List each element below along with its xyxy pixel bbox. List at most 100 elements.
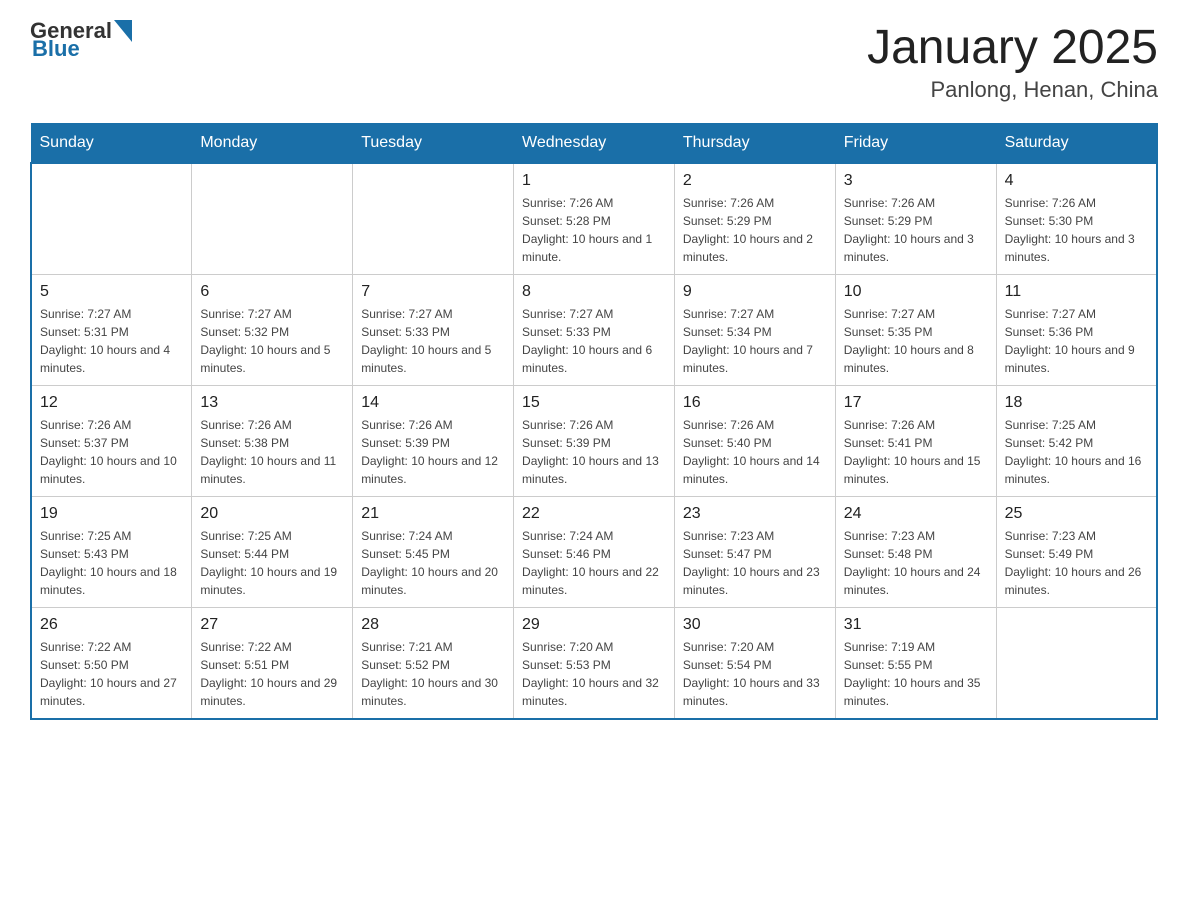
- title-section: January 2025 Panlong, Henan, China: [867, 20, 1158, 103]
- day-info: Sunrise: 7:25 AMSunset: 5:42 PMDaylight:…: [1005, 416, 1148, 488]
- day-number: 18: [1005, 394, 1148, 412]
- day-info: Sunrise: 7:24 AMSunset: 5:45 PMDaylight:…: [361, 527, 505, 599]
- day-number: 16: [683, 394, 827, 412]
- page-header: General Blue January 2025 Panlong, Henan…: [30, 20, 1158, 103]
- calendar-cell: 30 Sunrise: 7:20 AMSunset: 5:54 PMDayligh…: [674, 608, 835, 720]
- day-number: 2: [683, 172, 827, 190]
- header-friday: Friday: [835, 124, 996, 164]
- calendar-cell: [996, 608, 1157, 720]
- day-info: Sunrise: 7:20 AMSunset: 5:53 PMDaylight:…: [522, 638, 666, 710]
- calendar-cell: 28 Sunrise: 7:21 AMSunset: 5:52 PMDayligh…: [353, 608, 514, 720]
- calendar-cell: 17Sunrise: 7:26 AMSunset: 5:41 PMDayligh…: [835, 386, 996, 497]
- day-number: 4: [1005, 172, 1148, 190]
- logo-triangle-icon: [114, 20, 132, 42]
- header-tuesday: Tuesday: [353, 124, 514, 164]
- calendar-body: 1 Sunrise: 7:26 AMSunset: 5:28 PMDaylight…: [31, 163, 1157, 719]
- day-number: 5: [40, 283, 183, 301]
- calendar-cell: 16 Sunrise: 7:26 AMSunset: 5:40 PMDayligh…: [674, 386, 835, 497]
- day-number: 15: [522, 394, 666, 412]
- calendar-cell: 25Sunrise: 7:23 AMSunset: 5:49 PMDayligh…: [996, 497, 1157, 608]
- day-number: 22: [522, 505, 666, 523]
- calendar-cell: 1 Sunrise: 7:26 AMSunset: 5:28 PMDaylight…: [514, 163, 675, 275]
- day-info: Sunrise: 7:21 AMSunset: 5:52 PMDaylight:…: [361, 638, 505, 710]
- calendar-cell: 14 Sunrise: 7:26 AMSunset: 5:39 PMDayligh…: [353, 386, 514, 497]
- day-info: Sunrise: 7:27 AMSunset: 5:35 PMDaylight:…: [844, 305, 988, 377]
- calendar-table: SundayMondayTuesdayWednesdayThursdayFrid…: [30, 123, 1158, 720]
- day-number: 3: [844, 172, 988, 190]
- day-info: Sunrise: 7:26 AMSunset: 5:28 PMDaylight:…: [522, 194, 666, 266]
- day-number: 24: [844, 505, 988, 523]
- calendar-cell: 5 Sunrise: 7:27 AMSunset: 5:31 PMDaylight…: [31, 275, 192, 386]
- day-number: 30: [683, 616, 827, 634]
- day-info: Sunrise: 7:22 AMSunset: 5:50 PMDaylight:…: [40, 638, 183, 710]
- day-info: Sunrise: 7:23 AMSunset: 5:48 PMDaylight:…: [844, 527, 988, 599]
- day-info: Sunrise: 7:22 AMSunset: 5:51 PMDaylight:…: [200, 638, 344, 710]
- day-info: Sunrise: 7:27 AMSunset: 5:32 PMDaylight:…: [200, 305, 344, 377]
- calendar-cell: [31, 163, 192, 275]
- day-info: Sunrise: 7:26 AMSunset: 5:30 PMDaylight:…: [1005, 194, 1148, 266]
- calendar-cell: 12 Sunrise: 7:26 AMSunset: 5:37 PMDayligh…: [31, 386, 192, 497]
- day-number: 14: [361, 394, 505, 412]
- day-number: 13: [200, 394, 344, 412]
- day-info: Sunrise: 7:26 AMSunset: 5:41 PMDaylight:…: [844, 416, 988, 488]
- calendar-cell: 26 Sunrise: 7:22 AMSunset: 5:50 PMDayligh…: [31, 608, 192, 720]
- day-info: Sunrise: 7:27 AMSunset: 5:34 PMDaylight:…: [683, 305, 827, 377]
- calendar-cell: 31Sunrise: 7:19 AMSunset: 5:55 PMDayligh…: [835, 608, 996, 720]
- calendar-cell: 15Sunrise: 7:26 AMSunset: 5:39 PMDayligh…: [514, 386, 675, 497]
- day-info: Sunrise: 7:26 AMSunset: 5:40 PMDaylight:…: [683, 416, 827, 488]
- day-number: 7: [361, 283, 505, 301]
- week-row-5: 26 Sunrise: 7:22 AMSunset: 5:50 PMDayligh…: [31, 608, 1157, 720]
- week-row-3: 12 Sunrise: 7:26 AMSunset: 5:37 PMDayligh…: [31, 386, 1157, 497]
- day-info: Sunrise: 7:26 AMSunset: 5:39 PMDaylight:…: [361, 416, 505, 488]
- calendar-cell: 8Sunrise: 7:27 AMSunset: 5:33 PMDaylight…: [514, 275, 675, 386]
- day-info: Sunrise: 7:23 AMSunset: 5:47 PMDaylight:…: [683, 527, 827, 599]
- calendar-cell: 24 Sunrise: 7:23 AMSunset: 5:48 PMDayligh…: [835, 497, 996, 608]
- header-saturday: Saturday: [996, 124, 1157, 164]
- day-info: Sunrise: 7:26 AMSunset: 5:38 PMDaylight:…: [200, 416, 344, 488]
- day-number: 27: [200, 616, 344, 634]
- calendar-cell: 20 Sunrise: 7:25 AMSunset: 5:44 PMDayligh…: [192, 497, 353, 608]
- day-number: 1: [522, 172, 666, 190]
- calendar-title: January 2025: [867, 20, 1158, 75]
- day-number: 23: [683, 505, 827, 523]
- day-info: Sunrise: 7:26 AMSunset: 5:29 PMDaylight:…: [683, 194, 827, 266]
- calendar-cell: 7 Sunrise: 7:27 AMSunset: 5:33 PMDaylight…: [353, 275, 514, 386]
- header-monday: Monday: [192, 124, 353, 164]
- week-row-2: 5 Sunrise: 7:27 AMSunset: 5:31 PMDaylight…: [31, 275, 1157, 386]
- day-number: 26: [40, 616, 183, 634]
- calendar-cell: 18 Sunrise: 7:25 AMSunset: 5:42 PMDayligh…: [996, 386, 1157, 497]
- day-info: Sunrise: 7:20 AMSunset: 5:54 PMDaylight:…: [683, 638, 827, 710]
- day-number: 12: [40, 394, 183, 412]
- day-number: 28: [361, 616, 505, 634]
- logo-blue: Blue: [32, 36, 80, 61]
- day-number: 6: [200, 283, 344, 301]
- calendar-cell: 21Sunrise: 7:24 AMSunset: 5:45 PMDayligh…: [353, 497, 514, 608]
- calendar-cell: [192, 163, 353, 275]
- calendar-cell: 23 Sunrise: 7:23 AMSunset: 5:47 PMDayligh…: [674, 497, 835, 608]
- day-number: 20: [200, 505, 344, 523]
- day-info: Sunrise: 7:26 AMSunset: 5:29 PMDaylight:…: [844, 194, 988, 266]
- day-info: Sunrise: 7:26 AMSunset: 5:37 PMDaylight:…: [40, 416, 183, 488]
- calendar-cell: [353, 163, 514, 275]
- day-info: Sunrise: 7:23 AMSunset: 5:49 PMDaylight:…: [1005, 527, 1148, 599]
- day-info: Sunrise: 7:27 AMSunset: 5:33 PMDaylight:…: [522, 305, 666, 377]
- header-sunday: Sunday: [31, 124, 192, 164]
- calendar-cell: 29 Sunrise: 7:20 AMSunset: 5:53 PMDayligh…: [514, 608, 675, 720]
- calendar-cell: 22 Sunrise: 7:24 AMSunset: 5:46 PMDayligh…: [514, 497, 675, 608]
- day-number: 29: [522, 616, 666, 634]
- calendar-cell: 19Sunrise: 7:25 AMSunset: 5:43 PMDayligh…: [31, 497, 192, 608]
- logo: General Blue: [30, 20, 132, 60]
- header-thursday: Thursday: [674, 124, 835, 164]
- calendar-cell: 27 Sunrise: 7:22 AMSunset: 5:51 PMDayligh…: [192, 608, 353, 720]
- day-number: 10: [844, 283, 988, 301]
- day-info: Sunrise: 7:27 AMSunset: 5:33 PMDaylight:…: [361, 305, 505, 377]
- day-info: Sunrise: 7:27 AMSunset: 5:31 PMDaylight:…: [40, 305, 183, 377]
- day-number: 9: [683, 283, 827, 301]
- calendar-cell: 2 Sunrise: 7:26 AMSunset: 5:29 PMDaylight…: [674, 163, 835, 275]
- day-info: Sunrise: 7:24 AMSunset: 5:46 PMDaylight:…: [522, 527, 666, 599]
- day-info: Sunrise: 7:19 AMSunset: 5:55 PMDaylight:…: [844, 638, 988, 710]
- calendar-cell: 11Sunrise: 7:27 AMSunset: 5:36 PMDayligh…: [996, 275, 1157, 386]
- calendar-subtitle: Panlong, Henan, China: [867, 77, 1158, 103]
- day-info: Sunrise: 7:25 AMSunset: 5:44 PMDaylight:…: [200, 527, 344, 599]
- calendar-cell: 10 Sunrise: 7:27 AMSunset: 5:35 PMDayligh…: [835, 275, 996, 386]
